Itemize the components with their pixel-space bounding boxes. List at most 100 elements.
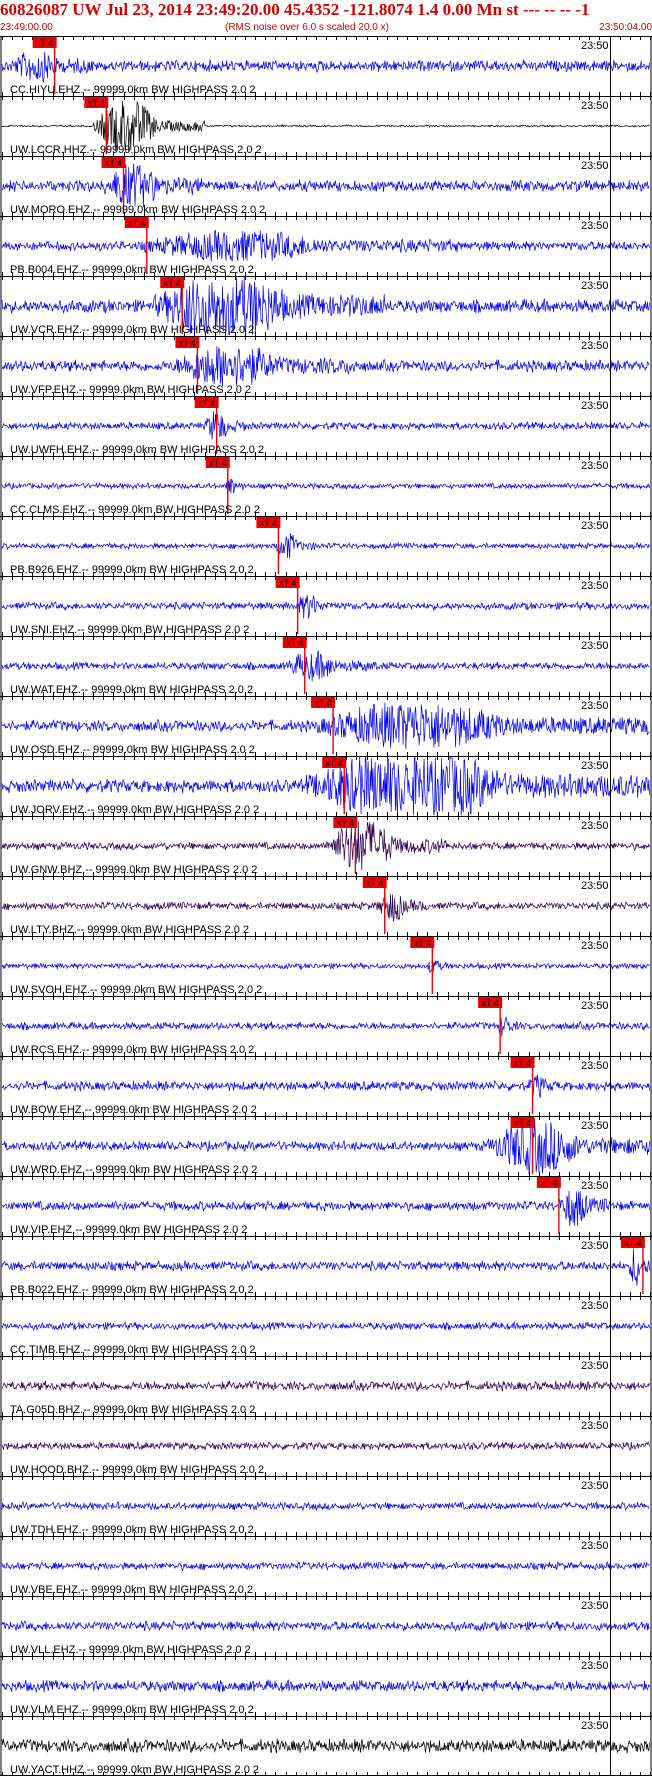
trace-panel: 23:50 xT 4 UW.LTY.BHZ.-- 99999.0km BW HIGH… — [0, 876, 652, 936]
pick-label: xT 4 — [279, 578, 296, 588]
minute-mark-label: 23:50 — [581, 760, 609, 772]
channel-label: UW.VCR.EHZ.-- 99999.0km BW HIGHPASS 2.0 … — [10, 324, 254, 336]
minute-mark-label: 23:50 — [581, 40, 609, 52]
pick-label: xT 4 — [366, 878, 383, 888]
minute-mark-label: 23:50 — [581, 700, 609, 712]
trace-panel: 23:50 xT 4 UW.SVOH.EHZ.-- 99999.0km BW HIG… — [0, 936, 652, 996]
waveform — [1, 533, 650, 559]
channel-label: UW.LTY.BHZ.-- 99999.0km BW HIGHPASS 2.0 … — [10, 924, 249, 936]
channel-label: UW.UWFH.EHZ.-- 99999.0km BW HIGHPASS 2.0… — [10, 444, 264, 456]
minute-mark-label: 23:50 — [581, 580, 609, 592]
trace-panel: 23:50 xT 4 UW.MORO.EHZ.-- 99999.0km BW HIG… — [0, 156, 652, 216]
minute-mark-label: 23:50 — [581, 1120, 609, 1132]
pick-label: xT 4 — [36, 38, 53, 48]
trace-panel: 23:50 xT 4 PB.B004.EHZ.-- 99999.0km BW HIG… — [0, 216, 652, 276]
channel-label: UW.MORO.EHZ.-- 99999.0km BW HIGHPASS 2.0… — [10, 204, 265, 216]
pick-label: xT 4 — [514, 1058, 531, 1068]
waveform — [1, 1320, 650, 1332]
waveform — [1, 1620, 650, 1632]
trace-panel: 23:50 UW.VLL.EHZ.-- 99999.0km BW HIGHPASS… — [0, 1596, 652, 1656]
waveform — [1, 1501, 650, 1512]
channel-label: UW.SVOH.EHZ.-- 99999.0km BW HIGHPASS 2.0… — [10, 984, 262, 996]
trace-panel: 23:50 xT 4 UW.VFP.EHZ.-- 99999.0km BW HIGH… — [0, 336, 652, 396]
trace-panel: 23:50 CC.TIMB.EHZ.-- 99999.0km BW HIGHPAS… — [0, 1296, 652, 1356]
pick-label: xT 4 — [326, 758, 343, 768]
minute-mark-label: 23:50 — [581, 520, 609, 532]
pick-label: xT 4 — [481, 998, 498, 1008]
pick-label: xT 4 — [179, 338, 196, 348]
waveform — [1, 650, 650, 682]
minute-mark-label: 23:50 — [581, 220, 609, 232]
channel-label: UW.RCS.EHZ.-- 99999.0km BW HIGHPASS 2.0 … — [10, 1044, 254, 1056]
waveform — [1, 1379, 650, 1393]
waveform — [1, 478, 650, 494]
channel-label: UW.WAT.EHZ.-- 99999.0km BW HIGHPASS 2.0 … — [10, 684, 253, 696]
pick-label: xT 4 — [105, 158, 122, 168]
minute-mark-label: 23:50 — [581, 400, 609, 412]
minute-mark-label: 23:50 — [581, 460, 609, 472]
channel-label: UW.TDH.EHZ.-- 99999.0km BW HIGHPASS 2.0 … — [10, 1524, 254, 1536]
trace-panel: 23:50 xT 4 UW.JORV.EHZ.-- 99999.0km BW HIG… — [0, 755, 652, 816]
trace-panel: 23:50 xT 4 UW.WAT.EHZ.-- 99999.0km BW HIGH… — [0, 636, 652, 696]
pick-label: xT 4 — [540, 1178, 557, 1188]
minute-mark-label: 23:50 — [581, 1480, 609, 1492]
minute-mark-label: 23:50 — [581, 1180, 609, 1192]
trace-panel: 23:50 xT 4 UW.RCS.EHZ.-- 99999.0km BW HIGH… — [0, 996, 652, 1056]
minute-mark-label: 23:50 — [581, 1300, 609, 1312]
minute-mark-label: 23:50 — [581, 880, 609, 892]
minute-mark-label: 23:50 — [581, 160, 609, 172]
minute-mark-label: 23:50 — [581, 1240, 609, 1252]
channel-label: CC.HIYU.EHZ.-- 99999.0km BW HIGHPASS 2.0… — [10, 84, 256, 96]
channel-label: UW.VBE.EHZ.-- 99999.0km BW HIGHPASS 2.0 … — [10, 1584, 253, 1596]
channel-label: UW.LCCR.HHZ.-- 99999.0km BW HIGHPASS 2.0… — [10, 144, 262, 156]
channel-label: UW.YACT.HHZ.-- 99999.0km BW HIGHPASS 2.0… — [10, 1764, 259, 1776]
pick-label: xT 4 — [88, 98, 105, 108]
minute-mark-label: 23:50 — [581, 1060, 609, 1072]
channel-label: PB.B004.EHZ.-- 99999.0km BW HIGHPASS 2.0… — [10, 264, 254, 276]
channel-label: CC.CLMS.EHZ.-- 99999.0km BW HIGHPASS 2.0… — [10, 504, 260, 516]
waveform — [1, 346, 650, 387]
rms-note: (RMS noise over 6.0 s scaled 20.0 x) — [225, 22, 389, 33]
minute-mark-label: 23:50 — [581, 340, 609, 352]
waveform — [1, 1560, 650, 1572]
pick-label: xT 4 — [209, 458, 226, 468]
channel-label: TA.G05D.BHZ.-- 99999.0km BW HIGHPASS 2.0… — [10, 1404, 255, 1416]
minute-mark-label: 23:50 — [581, 820, 609, 832]
waveform — [1, 229, 650, 262]
pick-label: xT 4 — [198, 398, 215, 408]
minute-mark-label: 23:50 — [581, 1720, 609, 1732]
trace-panel: 23:50 xT 4 UW.WRD.EHZ.-- 99999.0km BW HIGH… — [0, 1116, 652, 1176]
minute-mark-label: 23:50 — [581, 1420, 609, 1432]
start-time: 23:49:00.00 — [0, 22, 53, 33]
minute-mark-label: 23:50 — [581, 1360, 609, 1372]
waveform — [1, 51, 650, 83]
trace-panel: 23:50 TA.G05D.BHZ.-- 99999.0km BW HIGHPAS… — [0, 1356, 652, 1416]
end-time: 23:50:04.00 — [599, 22, 652, 33]
trace-panel: 23:50 xT 4 UW.GNW.BHZ.-- 99999.0km BW HIGH… — [0, 816, 652, 876]
waveform — [1, 956, 650, 973]
minute-mark-label: 23:50 — [581, 1600, 609, 1612]
waveform — [1, 1440, 650, 1451]
trace-panel: 23:50 xT 4 UW.LCCR.HHZ.-- 99999.0km BW HIG… — [0, 96, 652, 156]
trace-panel: 23:50 xT 4 PB.B926.EHZ.-- 99999.0km BW HIG… — [0, 516, 652, 576]
trace-panel: 23:50 UW.TDH.EHZ.-- 99999.0km BW HIGHPASS… — [0, 1476, 652, 1536]
waveform — [1, 821, 650, 871]
trace-panel: 23:50 UW.VBE.EHZ.-- 99999.0km BW HIGHPASS… — [0, 1536, 652, 1596]
trace-panel: 23:50 xT 4 CC.CLMS.EHZ.-- 99999.0km BW HIG… — [0, 456, 652, 516]
channel-label: UW.VFP.EHZ.-- 99999.0km BW HIGHPASS 2.0 … — [10, 384, 251, 396]
channel-label: CC.TIMB.EHZ.-- 99999.0km BW HIGHPASS 2.0… — [10, 1344, 256, 1356]
trace-panel: 23:50 xT 4 UW.BOW.EHZ.-- 99999.0km BW HIGH… — [0, 1056, 652, 1116]
channel-label: PB.B022.EHZ.-- 99999.0km BW HIGHPASS 2.0… — [10, 1284, 254, 1296]
minute-mark-label: 23:50 — [581, 1000, 609, 1012]
seismogram-plot: 23:50 xT 4 CC.HIYU.EHZ.-- 99999.0km BW HIG… — [0, 36, 652, 1776]
channel-label: UW.VLM.EHZ.-- 99999.0km BW HIGHPASS 2.0 … — [10, 1704, 254, 1716]
pick-label: xT 4 — [414, 938, 431, 948]
pick-label: xT 4 — [314, 698, 331, 708]
trace-panel: 23:50 UW.VLM.EHZ.-- 99999.0km BW HIGHPASS… — [0, 1656, 652, 1716]
trace-panel: 23:50 UW.HOOD.BHZ.-- 99999.0km BW HIGHPAS… — [0, 1416, 652, 1476]
minute-mark-label: 23:50 — [581, 1660, 609, 1672]
pick-label: xT 4 — [286, 638, 303, 648]
channel-label: UW.VLL.EHZ.-- 99999.0km BW HIGHPASS 2.0 … — [10, 1644, 251, 1656]
channel-label: PB.B926.EHZ.-- 99999.0km BW HIGHPASS 2.0… — [10, 564, 254, 576]
pick-label: xT 4 — [624, 1238, 641, 1248]
